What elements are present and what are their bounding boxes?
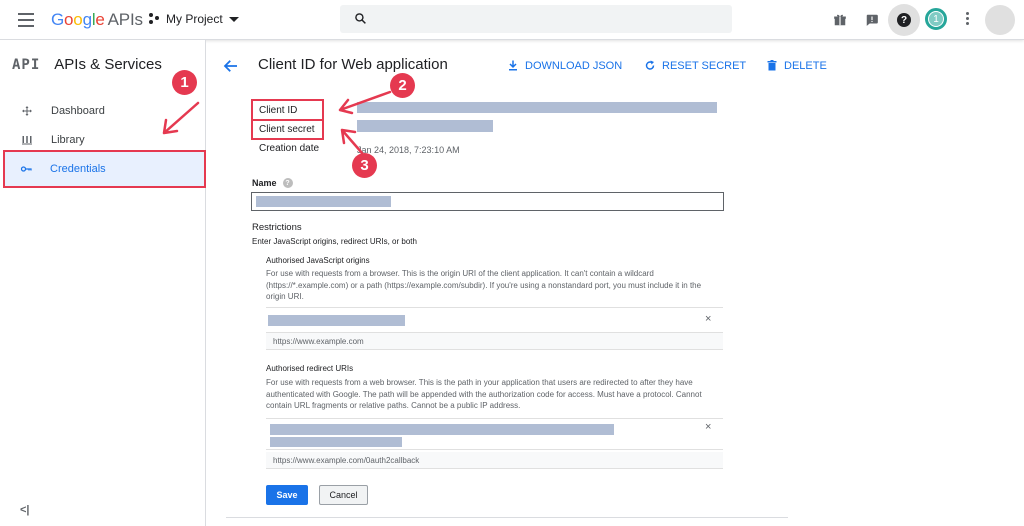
creation-date-value: Jan 24, 2018, 7:23:10 AM <box>357 145 460 155</box>
redirect-uris-help: For use with requests from a web browser… <box>266 378 702 410</box>
sidebar-title: APIs & Services <box>54 56 162 73</box>
notifications-icon[interactable]: 1 <box>925 8 947 30</box>
redirect-uri-input[interactable]: https://www.example.com/0auth2callback <box>266 452 723 469</box>
js-origins-title: Authorised JavaScript origins <box>266 256 370 265</box>
js-origin-entry[interactable] <box>266 307 723 333</box>
restrictions-title: Restrictions <box>252 222 302 233</box>
refresh-icon <box>645 60 655 70</box>
save-button[interactable]: Save <box>266 485 308 505</box>
annotation-badge-3: 3 <box>352 153 377 178</box>
cancel-button[interactable]: Cancel <box>319 485 368 505</box>
restrictions-subtitle: Enter JavaScript origins, redirect URIs,… <box>252 237 417 246</box>
avatar[interactable] <box>985 5 1015 35</box>
annotation-badge-2: 2 <box>390 73 415 98</box>
name-value-redacted <box>256 196 391 207</box>
collapse-sidebar-icon[interactable]: <| <box>20 504 30 516</box>
back-arrow-icon[interactable] <box>222 57 240 80</box>
redirect-uri-value-redacted <box>270 424 614 435</box>
gift-icon[interactable] <box>829 9 851 31</box>
sidebar-item-label: Library <box>51 133 85 146</box>
sidebar-item-dashboard[interactable]: Dashboard <box>6 96 204 125</box>
project-name: My Project <box>166 12 223 26</box>
remove-origin-icon[interactable]: × <box>705 313 711 325</box>
search-input[interactable] <box>340 5 732 33</box>
delete-button[interactable]: DELETE <box>766 59 827 72</box>
sidebar: API APIs & Services Dashboard Library Cr… <box>0 40 206 526</box>
dashboard-icon <box>20 105 34 117</box>
notification-count: 1 <box>929 12 943 26</box>
client-secret-label: Client secret <box>259 124 315 135</box>
search-icon <box>355 13 366 24</box>
top-bar: Google APIs My Project ? 1 <box>0 0 1024 40</box>
info-icon[interactable]: ? <box>282 178 293 188</box>
js-origin-input[interactable]: https://www.example.com <box>266 333 723 350</box>
sidebar-item-credentials[interactable]: Credentials <box>3 150 206 188</box>
project-selector[interactable]: My Project <box>149 12 239 26</box>
redirect-uri-value-redacted-line2 <box>270 437 402 447</box>
name-label: Name ? <box>252 178 293 188</box>
redirect-uri-entry[interactable] <box>266 418 723 450</box>
more-options-icon[interactable] <box>966 12 970 27</box>
download-json-button[interactable]: DOWNLOAD JSON <box>507 59 622 72</box>
js-origins-help: For use with requests from a browser. Th… <box>266 269 702 301</box>
sidebar-item-label: Credentials <box>50 163 106 175</box>
creation-date-label: Creation date <box>259 143 320 154</box>
page-title: Client ID for Web application <box>258 56 448 73</box>
name-field[interactable] <box>251 192 724 211</box>
sidebar-header: API APIs & Services <box>12 56 162 73</box>
client-id-value-redacted <box>357 102 717 113</box>
client-id-label: Client ID <box>259 105 298 116</box>
download-icon <box>509 60 517 71</box>
reset-secret-button[interactable]: RESET SECRET <box>644 59 746 72</box>
js-origin-value-redacted <box>268 315 405 326</box>
library-icon <box>20 134 34 146</box>
chevron-down-icon <box>228 16 239 22</box>
remove-redirect-icon[interactable]: × <box>705 421 711 433</box>
feedback-icon[interactable] <box>861 9 883 31</box>
annotation-badge-1: 1 <box>172 70 197 95</box>
client-secret-value-redacted <box>357 120 493 132</box>
google-apis-logo[interactable]: Google APIs <box>51 10 143 30</box>
key-icon <box>19 163 33 175</box>
project-icon <box>149 13 161 25</box>
trash-icon <box>767 60 777 71</box>
help-icon[interactable]: ? <box>888 4 920 36</box>
menu-icon[interactable] <box>18 13 34 27</box>
redirect-uris-title: Authorised redirect URIs <box>266 364 354 373</box>
sidebar-item-label: Dashboard <box>51 104 105 117</box>
api-icon: API <box>12 56 41 73</box>
divider <box>226 517 788 518</box>
